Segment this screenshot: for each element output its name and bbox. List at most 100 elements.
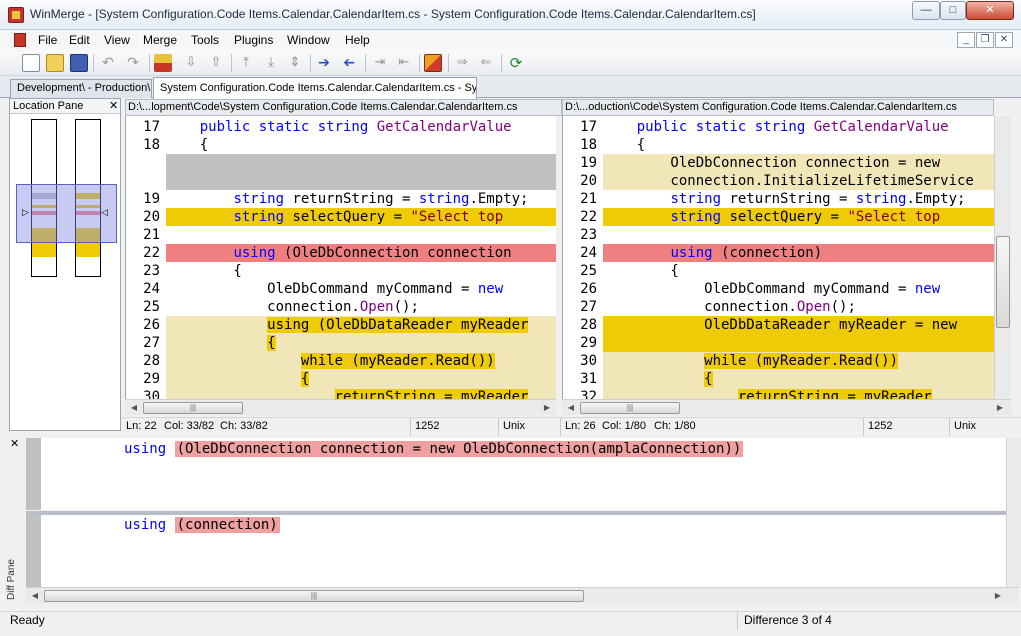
open-folder-icon[interactable]	[46, 54, 64, 72]
code-line[interactable]: 24 OleDbCommand myCommand = new	[126, 280, 556, 298]
scroll-thumb[interactable]	[996, 236, 1010, 328]
scroll-right-icon[interactable]: ▶	[992, 590, 1004, 602]
line-text: string returnString = string.Empty;	[603, 190, 994, 208]
code-line[interactable]: 22 using (OleDbConnection connection	[126, 244, 556, 262]
diff-horizontal-scrollbar[interactable]: ◀ ||| ▶	[26, 587, 1019, 603]
code-line[interactable]: 24 using (connection)	[563, 244, 994, 262]
menu-plugins[interactable]: Plugins	[234, 33, 273, 47]
close-button[interactable]: ✕	[966, 1, 1014, 20]
menu-file[interactable]: File	[38, 33, 57, 47]
last-diff-icon[interactable]: ⤓	[262, 54, 280, 72]
code-line[interactable]: 26 using (OleDbDataReader myReader	[126, 316, 556, 334]
current-diff-icon[interactable]	[154, 54, 172, 72]
move-icon[interactable]: ⇕	[286, 54, 304, 72]
menu-window[interactable]: Window	[287, 33, 330, 47]
scroll-thumb[interactable]: |||	[44, 590, 584, 602]
copy-right-advance-icon[interactable]: ⇥	[371, 54, 389, 72]
code-line[interactable]	[126, 172, 556, 190]
code-line[interactable]: 23	[563, 226, 994, 244]
code-line[interactable]: 19 string returnString = string.Empty;	[126, 190, 556, 208]
code-line[interactable]: 25 connection.Open();	[126, 298, 556, 316]
code-line[interactable]: 26 OleDbCommand myCommand = new	[563, 280, 994, 298]
new-file-icon[interactable]	[22, 54, 40, 72]
right-horizontal-scrollbar[interactable]: ◀ ||| ▶	[562, 399, 1011, 415]
diff-pane-close-icon[interactable]: ✕	[10, 437, 19, 450]
code-line[interactable]	[126, 154, 556, 172]
first-diff-icon[interactable]: ⤒	[237, 54, 255, 72]
minimize-button[interactable]: —	[912, 1, 940, 20]
maximize-button[interactable]: □	[940, 1, 966, 20]
code-line[interactable]: 21	[126, 226, 556, 244]
code-line[interactable]: 19 OleDbConnection connection = new	[563, 154, 994, 172]
all-right-icon[interactable]: ⇒	[453, 54, 471, 72]
line-text: OleDbCommand myCommand = new	[603, 280, 994, 298]
redo-icon[interactable]: ↷	[124, 54, 142, 72]
right-file-path: D:\...oduction\Code\System Configuration…	[562, 99, 994, 116]
right-vertical-scrollbar[interactable]	[994, 116, 1011, 399]
code-line[interactable]: 21 string returnString = string.Empty;	[563, 190, 994, 208]
mdi-minimize-button[interactable]: _	[957, 32, 975, 48]
menu-view[interactable]: View	[104, 33, 130, 47]
code-line[interactable]: 22 string selectQuery = "Select top	[563, 208, 994, 226]
code-line[interactable]: 25 {	[563, 262, 994, 280]
code-line[interactable]: 30 returnString = myReader	[126, 388, 556, 399]
refresh-icon[interactable]: ⟳	[507, 54, 525, 72]
next-diff-icon[interactable]: ⇩	[182, 54, 200, 72]
code-line[interactable]: 18 {	[126, 136, 556, 154]
code-line[interactable]: 29 {	[126, 370, 556, 388]
code-line[interactable]: 27 {	[126, 334, 556, 352]
code-line[interactable]: 32 returnString = myReader	[563, 388, 994, 399]
mdi-close-button[interactable]: ✕	[995, 32, 1013, 48]
copy-left-icon[interactable]: ➔	[340, 54, 358, 72]
options-icon[interactable]	[424, 54, 442, 72]
diff-vertical-scrollbar[interactable]	[1006, 438, 1021, 587]
copy-right-icon[interactable]: ➔	[315, 54, 333, 72]
tab-file-compare[interactable]: System Configuration.Code Items.Calendar…	[153, 77, 477, 99]
code-line[interactable]: 28 OleDbDataReader myReader = new	[563, 316, 994, 334]
scroll-right-icon[interactable]: ▶	[541, 402, 553, 414]
scroll-thumb[interactable]: |||	[580, 402, 680, 414]
code-line[interactable]: 28 while (myReader.Read())	[126, 352, 556, 370]
left-editor[interactable]: 17 public static string GetCalendarValue…	[125, 116, 556, 399]
line-text: connection.Open();	[603, 298, 994, 316]
line-text: OleDbCommand myCommand = new	[166, 280, 556, 298]
code-line[interactable]: 30 while (myReader.Read())	[563, 352, 994, 370]
code-line[interactable]: 31 {	[563, 370, 994, 388]
code-segment: OleDbCommand myCommand =	[166, 281, 478, 297]
diff-pane-right[interactable]: using (connection)	[26, 515, 1006, 587]
code-line[interactable]: 17 public static string GetCalendarValue	[126, 118, 556, 136]
right-editor[interactable]: 17 public static string GetCalendarValue…	[562, 116, 994, 399]
prev-diff-icon[interactable]: ⇧	[207, 54, 225, 72]
left-horizontal-scrollbar[interactable]: ◀ ||| ▶	[125, 399, 556, 415]
scroll-left-icon[interactable]: ◀	[128, 402, 140, 414]
menu-merge[interactable]: Merge	[143, 33, 177, 47]
code-line[interactable]: 18 {	[563, 136, 994, 154]
code-line[interactable]: 20 string selectQuery = "Select top	[126, 208, 556, 226]
save-icon[interactable]	[70, 54, 88, 72]
document-icon[interactable]	[14, 33, 26, 47]
code-segment: .Empty;	[469, 191, 529, 207]
code-line[interactable]: 20 connection.InitializeLifetimeService	[563, 172, 994, 190]
copy-left-advance-icon[interactable]: ⇤	[395, 54, 413, 72]
menu-help[interactable]: Help	[345, 33, 370, 47]
code-segment: (OleDbConnection connection	[275, 245, 512, 261]
scroll-left-icon[interactable]: ◀	[565, 402, 577, 414]
code-line[interactable]: 29	[563, 334, 994, 352]
code-line[interactable]: 17 public static string GetCalendarValue	[563, 118, 994, 136]
undo-icon[interactable]: ↶	[99, 54, 117, 72]
menu-tools[interactable]: Tools	[191, 33, 219, 47]
code-segment: ();	[830, 299, 856, 315]
scroll-right-icon[interactable]: ▶	[994, 402, 1006, 414]
diff-pane-left[interactable]: using (OleDbConnection connection = new …	[26, 438, 1006, 510]
menu-edit[interactable]: Edit	[69, 33, 90, 47]
all-left-icon[interactable]: ⇐	[477, 54, 495, 72]
scroll-thumb[interactable]: |||	[143, 402, 243, 414]
scroll-left-icon[interactable]: ◀	[29, 590, 41, 602]
winmerge-app-icon[interactable]	[8, 7, 24, 23]
code-line[interactable]: 27 connection.Open();	[563, 298, 994, 316]
code-line[interactable]: 23 {	[126, 262, 556, 280]
mdi-restore-button[interactable]: ❐	[976, 32, 994, 48]
tab-folder-compare[interactable]: Development\ - Production\	[10, 79, 152, 98]
location-pane-close-icon[interactable]: ✕	[109, 99, 120, 113]
